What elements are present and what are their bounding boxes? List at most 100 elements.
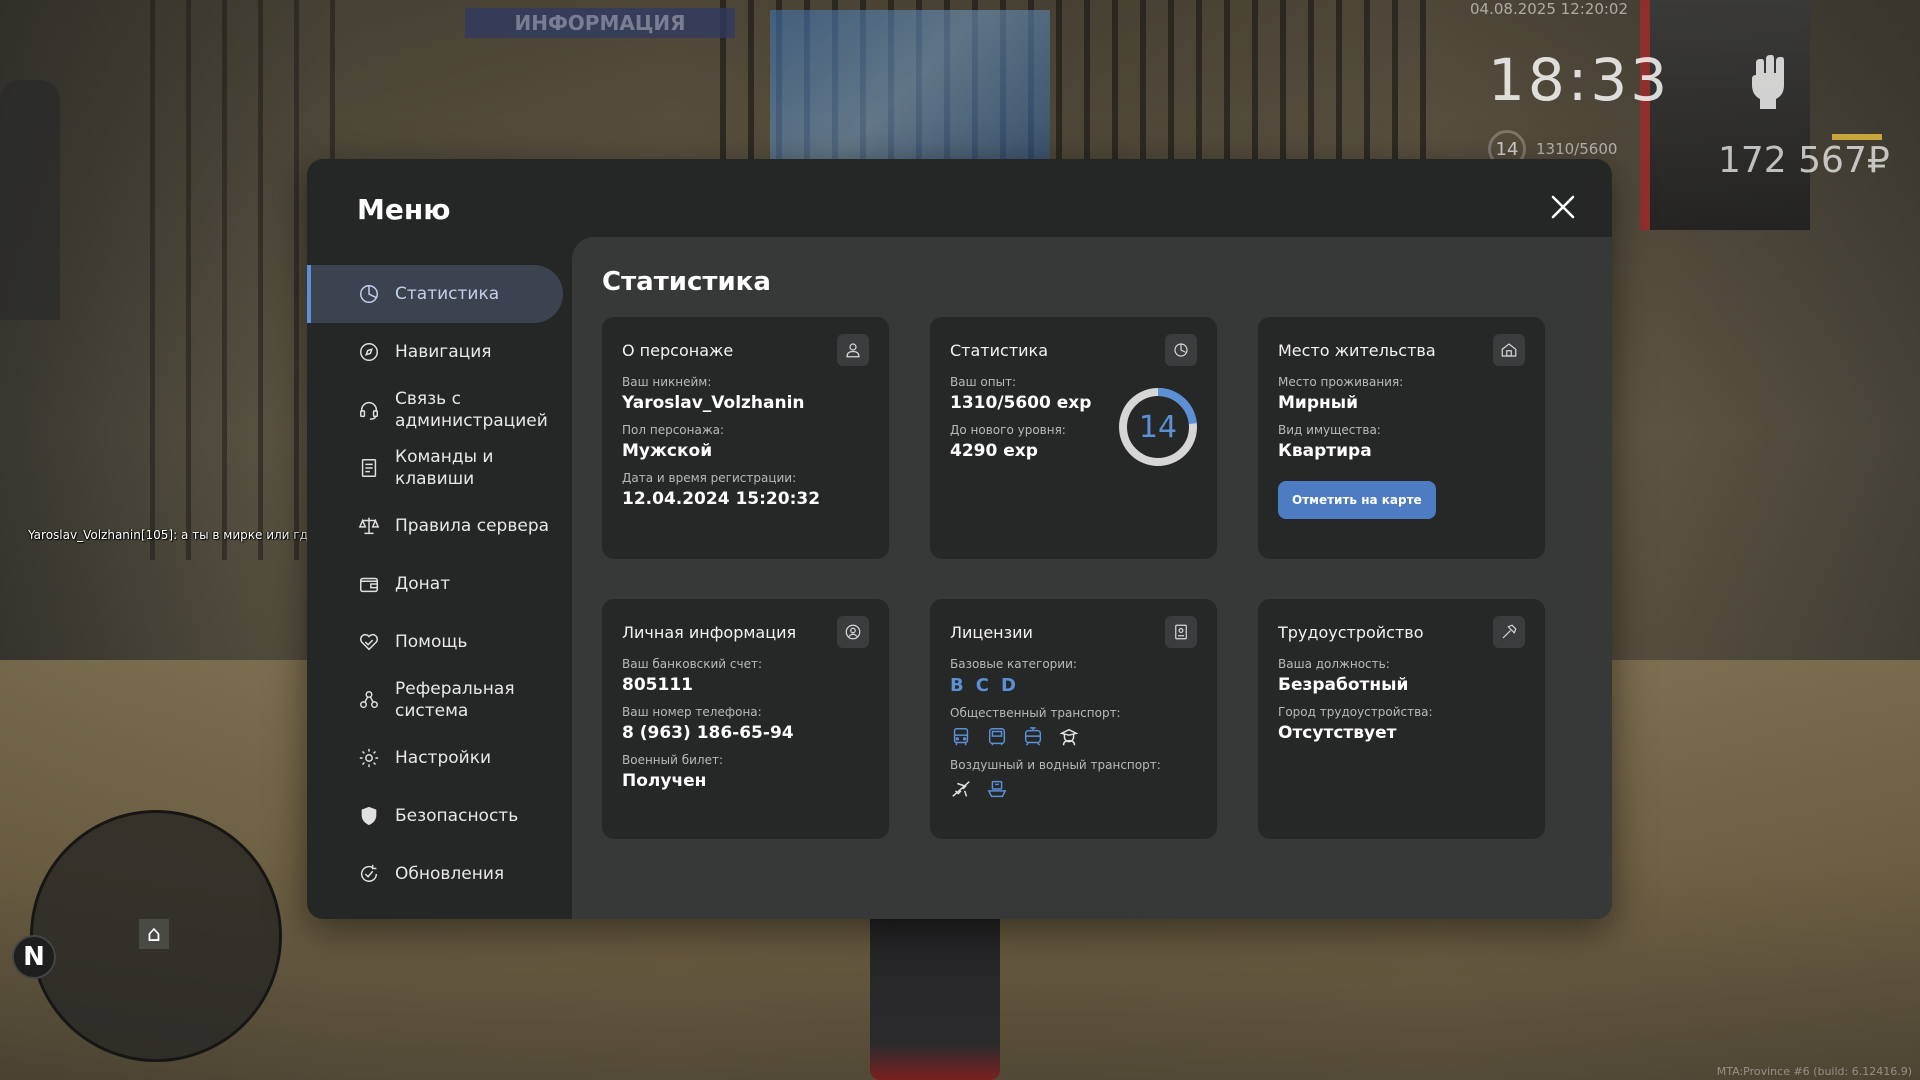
sidebar-item-settings[interactable]: Настройки [307, 729, 567, 787]
card-title: Трудоустройство [1278, 622, 1424, 642]
property-value: Квартира [1278, 441, 1372, 461]
license-category: C [975, 675, 989, 696]
sidebar-item-statistics[interactable]: Статистика [307, 265, 563, 323]
sidebar-item-label: Безопасность [395, 806, 519, 826]
hud-datetime: 04.08.2025 12:20:02 [1470, 0, 1629, 18]
close-icon[interactable] [1545, 189, 1581, 225]
bus-icon [950, 726, 972, 748]
air-water-icons [950, 778, 1197, 800]
sidebar-item-security[interactable]: Безопасность [307, 787, 567, 845]
card-title: Статистика [950, 340, 1048, 360]
house-icon: ⌂ [139, 919, 169, 949]
shield-icon [357, 804, 381, 828]
card-statistics: Статистика Ваш опыт: 1310/5600 exp До но… [930, 317, 1217, 559]
gender-value: Мужской [622, 441, 713, 461]
card-title: Личная информация [622, 622, 797, 642]
chat-message: Yaroslav_Volzhanin[105]: а ты в мирке ил… [28, 528, 351, 542]
license-categories: B C D [950, 675, 1197, 696]
license-category: D [1000, 675, 1016, 696]
content-title: Статистика [602, 267, 771, 297]
card-personal: Личная информация Ваш банковский счет: 8… [602, 599, 889, 839]
user-circle-icon [837, 616, 869, 648]
base-categories-label: Базовые категории: [950, 657, 1077, 671]
property-label: Вид имущества: [1278, 423, 1381, 437]
sidebar-item-commands[interactable]: Команды и клавиши [307, 439, 567, 497]
mark-on-map-button[interactable]: Отметить на карте [1278, 481, 1436, 519]
refresh-check-icon [357, 862, 381, 886]
sidebar-item-admin-contact[interactable]: Связь с администрацией [307, 381, 567, 439]
position-value: Безработный [1278, 675, 1409, 695]
nickname-value: Yaroslav_Volzhanin [622, 393, 805, 413]
sidebar-item-help[interactable]: Помощь [307, 613, 567, 671]
handshake-heart-icon [357, 630, 381, 654]
card-licenses: Лицензии Базовые категории: B C D Общест… [930, 599, 1217, 839]
radar-minimap: ⌂ [30, 810, 282, 1062]
pie-chart-icon [357, 282, 381, 306]
sidebar: Статистика Навигация Связь с администрац… [307, 265, 567, 903]
gear-icon [357, 746, 381, 770]
phone-value: 8 (963) 186-65-94 [622, 723, 794, 743]
user-icon [837, 334, 869, 366]
card-residence: Место жительства Место проживания: Мирны… [1258, 317, 1545, 559]
build-info: MTA:Province #6 (build: 6.12416.9) [1716, 1065, 1912, 1078]
boat-icon [986, 778, 1008, 800]
position-label: Ваша должность: [1278, 657, 1390, 671]
card-title: Лицензии [950, 622, 1033, 642]
hammer-icon [1493, 616, 1525, 648]
pie-chart-icon [1165, 334, 1197, 366]
tram-icon [1022, 726, 1044, 748]
phone-label: Ваш номер телефона: [622, 705, 762, 719]
sidebar-item-label: Команды и клавиши [395, 447, 494, 489]
card-employment: Трудоустройство Ваша должность: Безработ… [1258, 599, 1545, 839]
card-about: О персонаже Ваш никнейм: Yaroslav_Volzha… [602, 317, 889, 559]
sidebar-item-label: Статистика [395, 284, 500, 304]
sidebar-item-donate[interactable]: Донат [307, 555, 567, 613]
registration-label: Дата и время регистрации: [622, 471, 797, 485]
sidebar-item-label: Правила сервера [395, 516, 550, 536]
sidebar-item-referral[interactable]: Реферальная система [307, 671, 567, 729]
bank-value: 805111 [622, 675, 693, 695]
menu-window: Меню Статистика Навигация Связь с админи… [307, 159, 1612, 919]
card-title: Место жительства [1278, 340, 1436, 360]
hud-clock: 18:33 [1488, 46, 1671, 114]
content-panel: Статистика О персонаже Ваш никнейм: Yaro… [572, 237, 1612, 919]
hud-money: 172 567₽ [1718, 140, 1890, 181]
level-progress-ring: 14 [1116, 385, 1200, 469]
sidebar-item-updates[interactable]: Обновления [307, 845, 567, 903]
wallet-icon [357, 572, 381, 596]
registration-value: 12.04.2024 15:20:32 [622, 489, 821, 509]
air-water-label: Воздушный и водный транспорт: [950, 758, 1161, 772]
wall-map [770, 10, 1050, 160]
license-icon [1165, 616, 1197, 648]
public-transport-icons [950, 726, 1197, 748]
sidebar-item-label: Донат [395, 574, 451, 594]
sidebar-item-label: Помощь [395, 632, 468, 652]
player-character [870, 900, 1000, 1080]
scales-icon [357, 514, 381, 538]
sidebar-item-label: Реферальная система [395, 679, 515, 721]
referral-icon [357, 688, 381, 712]
card-title: О персонаже [622, 340, 734, 360]
hud-level-value: 14 [1495, 138, 1519, 160]
compass-icon [357, 340, 381, 364]
job-city-label: Город трудоустройства: [1278, 705, 1433, 719]
level-value: 14 [1138, 409, 1178, 445]
house-icon [1493, 334, 1525, 366]
public-transport-label: Общественный транспорт: [950, 706, 1121, 720]
sidebar-item-label: Настройки [395, 748, 492, 768]
sidebar-item-label: Навигация [395, 342, 492, 362]
airplane-icon [950, 778, 972, 800]
document-icon [357, 456, 381, 480]
menu-title: Меню [357, 193, 451, 226]
fist-icon [1748, 55, 1790, 109]
taxi-driver-icon [1058, 726, 1080, 748]
hud-exp: 1310/5600 [1536, 140, 1618, 158]
headset-icon [357, 398, 381, 422]
sidebar-item-label: Связь с администрацией [395, 389, 548, 431]
military-value: Получен [622, 771, 707, 791]
job-city-value: Отсутствует [1278, 723, 1397, 743]
vending-machine [1640, 0, 1810, 230]
bank-label: Ваш банковский счет: [622, 657, 763, 671]
sidebar-item-rules[interactable]: Правила сервера [307, 497, 567, 555]
sidebar-item-navigation[interactable]: Навигация [307, 323, 567, 381]
